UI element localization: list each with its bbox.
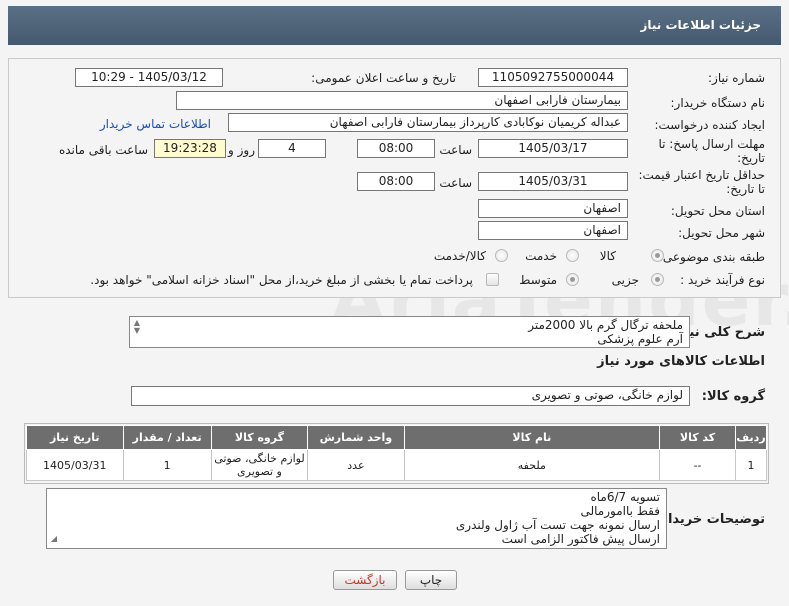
items-table: ردیف کد کالا نام کالا واحد شمارش گروه کا…	[26, 425, 767, 481]
description-line: آرم علوم پزشکی	[597, 332, 683, 346]
payment-note: پرداخت تمام یا بخشی از مبلغ خرید،از محل …	[90, 273, 473, 287]
process-option-medium: متوسط	[519, 273, 557, 287]
buyer-notes-textarea[interactable]: ◢ تسویه 6/7ماه فقط باامورمالی ارسال نمون…	[46, 488, 667, 549]
need-number-label: شماره نیاز:	[708, 71, 765, 85]
validity-label-2: تا تاریخ:	[726, 182, 765, 196]
category-radio-service[interactable]	[566, 249, 579, 262]
process-radio-minor[interactable]	[651, 273, 664, 286]
cell-name: ملحفه	[403, 449, 661, 481]
city-field: اصفهان	[478, 221, 628, 240]
col-header-date: تاریخ نیاز	[26, 425, 124, 450]
goods-group-field: لوازم خانگی، صوتی و تصویری	[131, 386, 690, 406]
scroll-arrows-icon[interactable]: ▲ ▼	[132, 319, 142, 335]
deadline-date-field: 1405/03/17	[478, 139, 628, 158]
notes-line: ارسال پیش فاکتور الزامی است	[501, 532, 660, 546]
remaining-time-label: ساعت باقی مانده	[58, 143, 148, 157]
validity-time-field: 08:00	[357, 172, 435, 191]
col-header-name: نام کالا	[403, 425, 661, 450]
city-label: شهر محل تحویل:	[678, 226, 765, 240]
days-remaining-field: 4	[258, 139, 326, 158]
announce-field: 1405/03/12 - 10:29	[75, 68, 223, 87]
process-radio-medium[interactable]	[566, 273, 579, 286]
province-label: استان محل تحویل:	[670, 204, 765, 218]
category-option-service: خدمت	[525, 249, 557, 263]
deadline-label-2: تاریخ:	[737, 151, 765, 165]
col-header-unit: واحد شمارش	[307, 425, 405, 450]
validity-label: حداقل تاریخ اعتبار قیمت:	[638, 168, 765, 182]
col-header-row: ردیف	[735, 425, 767, 450]
cell-code: --	[659, 449, 736, 481]
process-label: نوع فرآیند خرید :	[680, 273, 765, 287]
col-header-quantity: تعداد / مقدار	[122, 425, 212, 450]
category-label: طبقه بندی موضوعی:	[658, 250, 765, 264]
table-row: 1 -- ملحفه عدد لوازم خانگی، صوتی و تصویر…	[26, 449, 767, 481]
remaining-time-field: 19:23:28	[154, 139, 226, 158]
goods-group-label: گروه کالا:	[701, 389, 765, 404]
treasury-checkbox[interactable]	[486, 273, 499, 286]
buyer-notes-label: توضیحات خریدار:	[655, 512, 765, 527]
print-button[interactable]: چاپ	[405, 570, 457, 590]
buyer-field: بیمارستان فارابی اصفهان	[176, 91, 628, 110]
deadline-time-label: ساعت	[439, 143, 472, 157]
process-option-minor: جزیی	[611, 273, 639, 287]
deadline-label: مهلت ارسال پاسخ: تا	[658, 137, 765, 151]
province-field: اصفهان	[478, 199, 628, 218]
contact-buyer-link[interactable]: اطلاعات تماس خریدار	[100, 117, 211, 131]
resize-handle-icon[interactable]: ◢	[49, 535, 59, 543]
category-radio-goods[interactable]	[651, 249, 664, 262]
category-option-goods: کالا	[599, 249, 616, 263]
buyer-label: نام دستگاه خریدار:	[670, 96, 766, 110]
notes-line: ارسال نمونه جهت تست آب ژاول ولندری	[455, 518, 660, 532]
description-line: ملحفه ترگال گرم بالا 2000متر	[528, 318, 683, 332]
need-number-field: 1105092755000044	[478, 68, 628, 87]
category-radio-goods-service[interactable]	[495, 249, 508, 262]
days-label: روز و	[228, 143, 255, 157]
creator-field: عبداله کریمیان نوکابادی کارپرداز بیمارست…	[228, 113, 628, 132]
description-textarea[interactable]: ▲ ▼ ملحفه ترگال گرم بالا 2000متر آرم علوم…	[129, 316, 690, 348]
creator-label: ایجاد کننده درخواست:	[654, 118, 765, 132]
col-header-code: کد کالا	[659, 425, 736, 450]
col-header-group: گروه کالا	[210, 425, 309, 450]
notes-line: فقط باامورمالی	[580, 504, 660, 518]
cell-row: 1	[735, 449, 767, 481]
goods-section-title: اطلاعات کالاهای مورد نیاز	[597, 354, 765, 369]
cell-quantity: 1	[122, 449, 212, 481]
notes-line: تسویه 6/7ماه	[590, 490, 660, 504]
announce-label: تاریخ و ساعت اعلان عمومی:	[311, 71, 456, 85]
cell-unit: عدد	[307, 449, 405, 481]
cell-date: 1405/03/31	[26, 449, 124, 481]
page-title: جزئیات اطلاعات نیاز	[8, 6, 781, 45]
validity-date-field: 1405/03/31	[478, 172, 628, 191]
category-option-goods-service: کالا/خدمت	[433, 249, 486, 263]
validity-time-label: ساعت	[439, 176, 472, 190]
deadline-time-field: 08:00	[357, 139, 435, 158]
cell-group: لوازم خانگی، صوتی و تصویری	[210, 449, 309, 481]
back-button[interactable]: بازگشت	[333, 570, 397, 590]
